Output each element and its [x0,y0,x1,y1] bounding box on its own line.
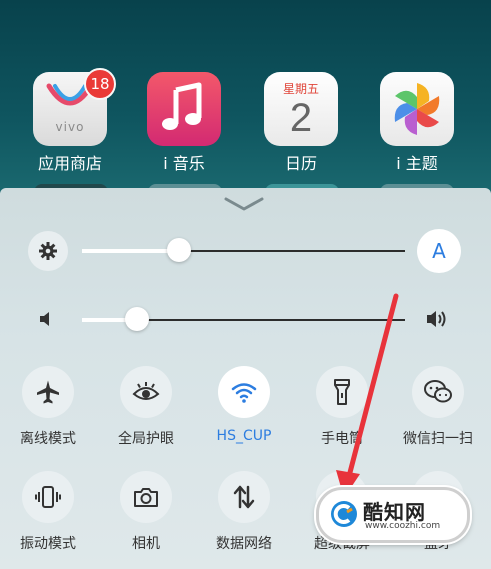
watermark-url: www.coozhi.com [365,521,441,531]
coozhi-logo-icon [331,501,357,527]
watermark-badge: 酷知网 www.coozhi.com [316,487,470,543]
annotation-arrow-icon [336,293,399,498]
